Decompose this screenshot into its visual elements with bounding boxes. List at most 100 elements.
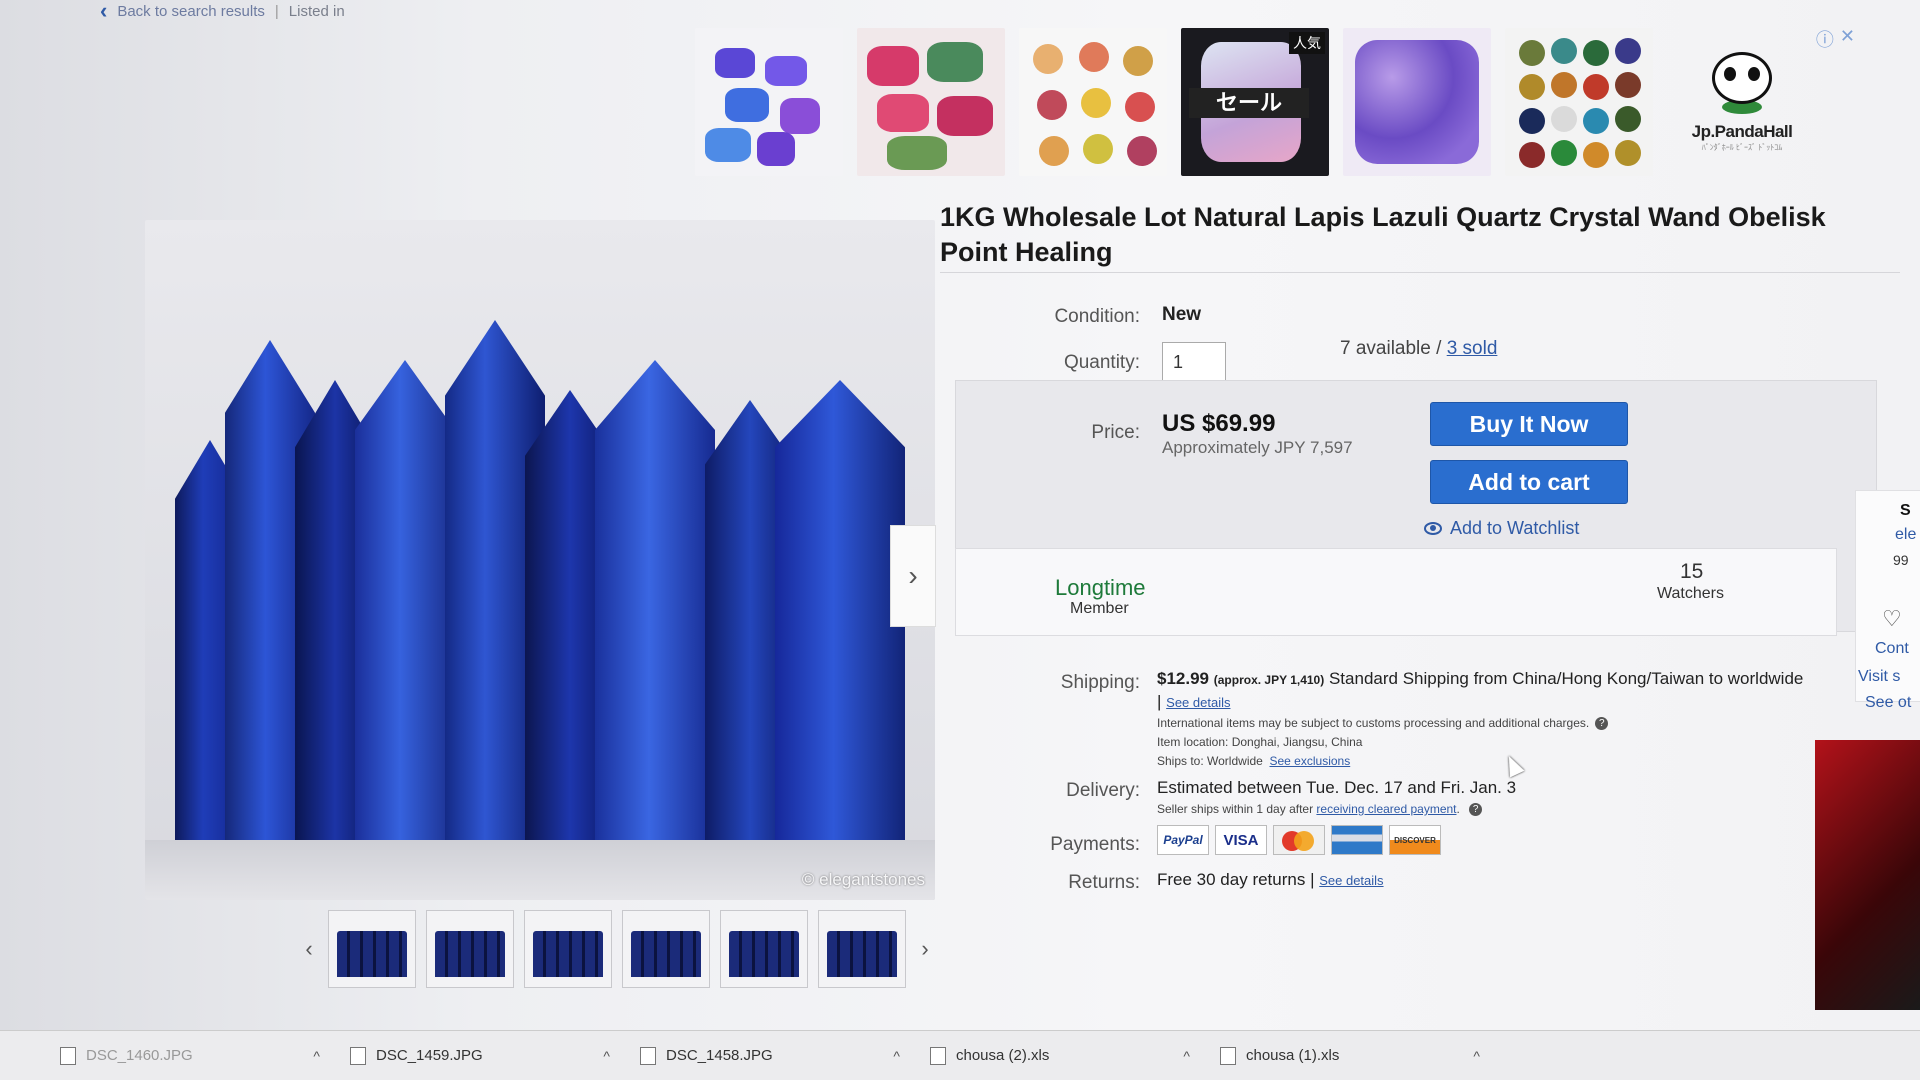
quantity-input[interactable]	[1162, 342, 1226, 382]
ad-tile-bead-grid[interactable]	[1505, 28, 1653, 176]
shipping-label: Shipping:	[1060, 672, 1140, 693]
nav-separator: |	[274, 2, 279, 20]
top-nav: ‹ Back to search results | Listed in	[100, 0, 345, 24]
brand-subtitle: ﾊﾟﾝﾀﾞﾎｰﾙ ﾋﾞｰｽﾞ ﾄﾞｯﾄｺﾑ	[1701, 142, 1783, 152]
shipping-approx: (approx. JPY 1,410)	[1213, 673, 1325, 687]
shipping-cost: $12.99	[1157, 669, 1209, 688]
thumbnail[interactable]	[622, 910, 710, 988]
cleared-payment-link[interactable]: receiving cleared payment	[1316, 802, 1456, 816]
chevron-up-icon[interactable]: ^	[1473, 1048, 1480, 1064]
thumbnail[interactable]	[720, 910, 808, 988]
quantity-label: Quantity:	[1063, 352, 1140, 373]
ad-controls: ⓘ ✕	[1816, 26, 1855, 52]
availability: 7 available / 3 sold	[1340, 338, 1497, 360]
condition-value: New	[1162, 304, 1202, 325]
download-item[interactable]: chousa (2).xls ^	[930, 1046, 1220, 1065]
help-icon[interactable]: ?	[1469, 803, 1483, 817]
price-value: US $69.99	[1162, 410, 1276, 437]
panda-icon	[1712, 51, 1772, 104]
price-label: Price:	[1091, 422, 1140, 443]
member-label: Member	[1070, 600, 1129, 617]
download-item[interactable]: chousa (1).xls ^	[1220, 1046, 1510, 1065]
sale-label: セール	[1189, 88, 1309, 118]
back-arrow-icon[interactable]: ‹	[100, 0, 107, 24]
photo-watermark: © elegantstones	[801, 870, 925, 889]
price-approx: Approximately JPY 7,597	[1162, 438, 1353, 457]
buy-it-now-button[interactable]: Buy It Now	[1430, 402, 1628, 446]
shipping-see-details-link[interactable]: See details	[1166, 695, 1230, 710]
discover-icon: DISCOVER	[1389, 825, 1441, 855]
image-file-icon	[640, 1046, 656, 1065]
customs-note: International items may be subject to cu…	[1157, 716, 1797, 731]
rail-visit-store-link[interactable]: Visit s	[1858, 668, 1900, 686]
watchlist-label: Add to Watchlist	[1450, 518, 1580, 538]
browser-viewport: ‹ Back to search results | Listed in 人気 …	[0, 0, 1920, 1030]
rail-feedback: 99	[1893, 552, 1909, 568]
returns-label: Returns:	[1068, 872, 1140, 893]
rail-heading: S	[1900, 502, 1911, 519]
image-file-icon	[60, 1046, 76, 1065]
chevron-up-icon[interactable]: ^	[603, 1048, 610, 1064]
mouse-cursor-icon	[1501, 752, 1525, 778]
ad-tile-glass-beads[interactable]	[1019, 28, 1167, 176]
spreadsheet-file-icon	[1220, 1046, 1236, 1065]
ad-tile-pink-gems[interactable]	[857, 28, 1005, 176]
ad-tile-blue-gems[interactable]	[695, 28, 843, 176]
thumbnail[interactable]	[818, 910, 906, 988]
download-bar: DSC_1460.JPG ^ DSC_1459.JPG ^ DSC_1458.J…	[0, 1030, 1920, 1080]
ad-tile-sale[interactable]: 人気 セール	[1181, 28, 1329, 176]
next-image-button[interactable]: ›	[890, 525, 936, 627]
download-item[interactable]: DSC_1458.JPG ^	[640, 1046, 930, 1065]
info-icon[interactable]: ⓘ	[1816, 26, 1834, 52]
heart-icon[interactable]: ♡	[1882, 606, 1902, 632]
thumbnail[interactable]	[328, 910, 416, 988]
thumbnail[interactable]	[524, 910, 612, 988]
close-icon[interactable]: ✕	[1840, 26, 1855, 52]
item-location: Item location: Donghai, Jiangsu, China	[1157, 735, 1363, 749]
returns-see-details-link[interactable]: See details	[1319, 873, 1383, 888]
listed-in-link[interactable]: Listed in	[289, 3, 345, 20]
add-to-watchlist-link[interactable]: Add to Watchlist	[1424, 518, 1579, 539]
condition-label: Condition:	[1054, 306, 1140, 327]
chevron-up-icon[interactable]: ^	[893, 1048, 900, 1064]
thumbs-prev-icon[interactable]: ‹	[300, 936, 318, 962]
delivery-note: Seller ships within 1 day after receivin…	[1157, 802, 1483, 817]
download-item[interactable]: DSC_1460.JPG ^	[60, 1046, 350, 1065]
ad-tile-amethyst[interactable]	[1343, 28, 1491, 176]
image-file-icon	[350, 1046, 366, 1065]
available-count: 7 available /	[1340, 338, 1442, 359]
spreadsheet-file-icon	[930, 1046, 946, 1065]
rail-see-other-link[interactable]: See ot	[1865, 694, 1911, 712]
pandahall-logo[interactable]: Jp.PandaHall ﾊﾟﾝﾀﾞﾎｰﾙ ﾋﾞｰｽﾞ ﾄﾞｯﾄｺﾑ	[1667, 28, 1817, 176]
ad-banner[interactable]: 人気 セール Jp.PandaHall ﾊﾟﾝﾀﾞﾎｰﾙ ﾋﾞｰｽﾞ ﾄﾞｯﾄｺ…	[695, 18, 1855, 186]
thumbnail[interactable]	[426, 910, 514, 988]
thumbs-next-icon[interactable]: ›	[916, 936, 934, 962]
side-ad-image[interactable]	[1815, 740, 1920, 1010]
chevron-up-icon[interactable]: ^	[1183, 1048, 1190, 1064]
brand-name: Jp.PandaHall	[1691, 121, 1793, 141]
amex-icon	[1331, 825, 1383, 855]
rail-seller-name[interactable]: ele	[1895, 526, 1916, 544]
popular-badge: 人気	[1289, 32, 1325, 54]
longtime-member-badge: Longtime	[1055, 575, 1146, 600]
payments-label: Payments:	[1050, 834, 1140, 855]
thumbnail-strip: ‹ ›	[300, 910, 934, 988]
chevron-up-icon[interactable]: ^	[313, 1048, 320, 1064]
add-to-cart-button[interactable]: Add to cart	[1430, 460, 1628, 504]
mastercard-icon	[1273, 825, 1325, 855]
rail-contact-link[interactable]: Cont	[1875, 640, 1909, 658]
download-item[interactable]: DSC_1459.JPG ^	[350, 1046, 640, 1065]
visa-icon: VISA	[1215, 825, 1267, 855]
watchers-label: Watchers	[1657, 585, 1724, 602]
ships-to: Ships to: Worldwide See exclusions	[1157, 754, 1351, 768]
eye-icon	[1424, 522, 1442, 535]
returns-value: Free 30 day returns | See details	[1157, 870, 1384, 889]
shipping-info: $12.99 (approx. JPY 1,410) Standard Ship…	[1157, 668, 1807, 713]
sold-link[interactable]: 3 sold	[1447, 338, 1498, 359]
title-divider	[940, 272, 1900, 273]
main-product-photo[interactable]: © elegantstones	[145, 220, 935, 900]
help-icon[interactable]: ?	[1595, 717, 1609, 731]
back-to-search-link[interactable]: Back to search results	[117, 3, 265, 20]
product-title: 1KG Wholesale Lot Natural Lapis Lazuli Q…	[940, 202, 1826, 267]
see-exclusions-link[interactable]: See exclusions	[1270, 754, 1351, 768]
